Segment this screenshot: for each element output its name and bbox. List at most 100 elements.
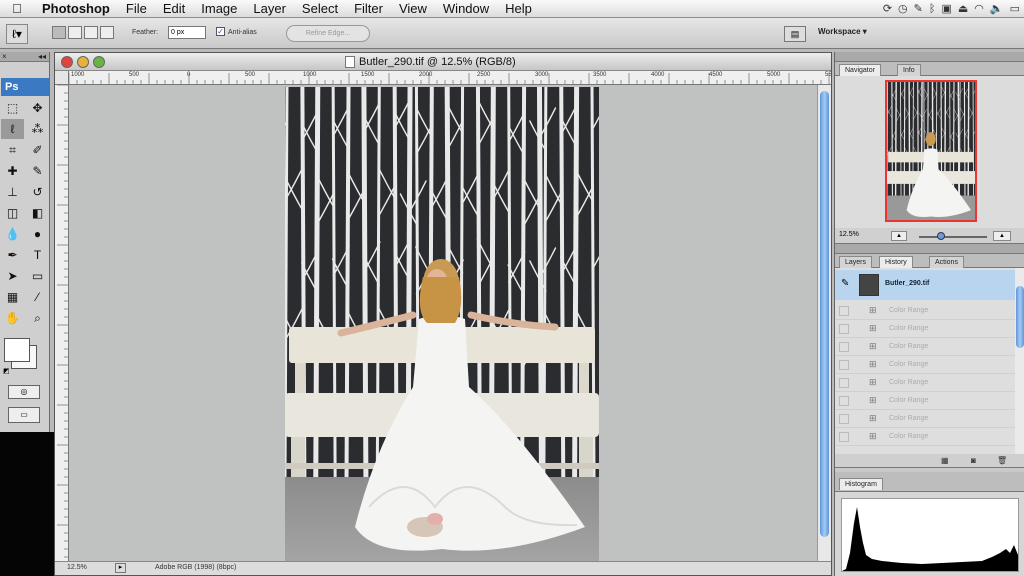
foreground-color-swatch[interactable]: [4, 338, 30, 362]
tools-close-icon[interactable]: ×: [2, 52, 7, 62]
antialias-checkbox[interactable]: ✓: [216, 27, 225, 36]
history-scroll-thumb[interactable]: [1016, 286, 1024, 348]
close-window-button[interactable]: [61, 56, 73, 68]
history-source-checkbox[interactable]: [839, 378, 849, 388]
battery-icon[interactable]: ▭: [1010, 0, 1020, 18]
menu-help[interactable]: Help: [497, 0, 540, 18]
marquee-tool-icon[interactable]: ⬚: [1, 98, 24, 118]
tab-layers[interactable]: Layers: [839, 256, 873, 268]
history-source-checkbox[interactable]: [839, 360, 849, 370]
time-machine-icon[interactable]: ◷: [898, 0, 908, 18]
menu-image[interactable]: Image: [193, 0, 245, 18]
hand-tool-icon[interactable]: ✋: [1, 308, 24, 328]
type-tool-icon[interactable]: T: [26, 245, 49, 265]
sync-icon[interactable]: ⟳: [883, 0, 892, 18]
navigator-panel-titlebar[interactable]: [835, 52, 1024, 62]
screen-mode-icon[interactable]: ▭: [8, 407, 40, 423]
magic-wand-tool-icon[interactable]: ⁂: [26, 119, 49, 139]
vertical-scrollbar[interactable]: [817, 85, 831, 561]
tab-navigator[interactable]: Navigator: [839, 64, 881, 76]
menu-select[interactable]: Select: [294, 0, 346, 18]
eyedropper-tool-icon[interactable]: ⁄: [26, 287, 49, 307]
menu-edit[interactable]: Edit: [155, 0, 193, 18]
history-brush-icon[interactable]: ↺: [26, 182, 49, 202]
bluetooth-icon[interactable]: ᛒ: [929, 0, 936, 18]
history-state[interactable]: ⊞ Color Range: [835, 302, 1015, 320]
script-icon[interactable]: ✎: [914, 0, 923, 18]
history-state[interactable]: ⊞ Color Range: [835, 338, 1015, 356]
new-snapshot-icon[interactable]: ◙: [971, 456, 976, 465]
tools-panel-header[interactable]: × ◂◂: [0, 52, 49, 62]
history-state[interactable]: ⊞ Color Range: [835, 356, 1015, 374]
lasso-tool-preset-icon[interactable]: ℓ▾: [6, 24, 28, 44]
history-source-checkbox[interactable]: [839, 342, 849, 352]
tab-history[interactable]: History: [879, 256, 913, 268]
zoom-tool-icon[interactable]: ⌕: [26, 308, 49, 328]
history-state[interactable]: ⊞ Color Range: [835, 428, 1015, 446]
refine-edge-button[interactable]: Refine Edge...: [286, 25, 370, 42]
history-scrollbar[interactable]: [1015, 268, 1024, 454]
palette-well-icon[interactable]: ▤: [784, 26, 806, 42]
delete-state-icon[interactable]: 🗑: [997, 456, 1007, 465]
history-panel-titlebar[interactable]: [835, 244, 1024, 254]
document-titlebar[interactable]: Butler_290.tif @ 12.5% (RGB/8): [55, 53, 831, 71]
ruler-origin[interactable]: [55, 71, 69, 85]
history-state[interactable]: ⊞ Color Range: [835, 374, 1015, 392]
notes-tool-icon[interactable]: ▦: [1, 287, 24, 307]
zoom-in-icon[interactable]: ▲: [993, 231, 1011, 241]
eraser-tool-icon[interactable]: ◫: [1, 203, 24, 223]
zoom-out-icon[interactable]: ▲: [891, 231, 907, 241]
menu-filter[interactable]: Filter: [346, 0, 391, 18]
healing-brush-icon[interactable]: ✚: [1, 161, 24, 181]
volume-icon[interactable]: 🔈: [990, 0, 1004, 18]
history-state[interactable]: ⊞ Color Range: [835, 410, 1015, 428]
minimize-window-button[interactable]: [77, 56, 89, 68]
horizontal-ruler[interactable]: 1000 500 0 500 1000 1500 2000 2500 3000 3500 4000 4…: [69, 71, 831, 85]
tab-histogram[interactable]: Histogram: [839, 478, 883, 490]
blur-tool-icon[interactable]: 💧: [1, 224, 24, 244]
navigator-zoom-field[interactable]: 12.5%: [839, 231, 859, 238]
document-image[interactable]: [285, 87, 599, 561]
pen-tool-icon[interactable]: ✒: [1, 245, 24, 265]
brush-tool-icon[interactable]: ✎: [26, 161, 49, 181]
menu-view[interactable]: View: [391, 0, 435, 18]
zoom-level-field[interactable]: 12.5%: [67, 564, 87, 571]
history-state[interactable]: ⊞ Color Range: [835, 320, 1015, 338]
vertical-ruler[interactable]: [55, 85, 69, 561]
feather-input[interactable]: 0 px: [168, 26, 206, 39]
apple-icon[interactable]: : [0, 0, 34, 18]
default-colors-icon[interactable]: ◩: [3, 367, 10, 375]
wifi-icon[interactable]: ◠: [974, 0, 984, 18]
tab-actions[interactable]: Actions: [929, 256, 964, 268]
crop-tool-icon[interactable]: ⌗: [1, 140, 24, 160]
history-source-checkbox[interactable]: [839, 396, 849, 406]
new-selection-button[interactable]: [52, 26, 66, 39]
navigator-thumbnail[interactable]: [885, 80, 977, 222]
navigator-zoom-slider[interactable]: [919, 236, 987, 238]
slice-tool-icon[interactable]: ✐: [26, 140, 49, 160]
history-source-checkbox[interactable]: [839, 432, 849, 442]
navigator-zoom-knob[interactable]: [937, 232, 945, 240]
path-selection-icon[interactable]: ➤: [1, 266, 24, 286]
workspace-button[interactable]: Workspace ▾: [818, 27, 867, 36]
tab-info[interactable]: Info: [897, 64, 921, 76]
history-source-checkbox[interactable]: [839, 306, 849, 316]
move-tool-icon[interactable]: ✥: [26, 98, 49, 118]
history-source-checkbox[interactable]: [839, 324, 849, 334]
history-state[interactable]: ⊞ Color Range: [835, 392, 1015, 410]
eject-icon[interactable]: ⏏: [958, 0, 968, 18]
subtract-selection-button[interactable]: [84, 26, 98, 39]
gradient-tool-icon[interactable]: ◧: [26, 203, 49, 223]
photoshop-logo[interactable]: Ps: [1, 78, 49, 96]
dodge-tool-icon[interactable]: ●: [26, 224, 49, 244]
menu-file[interactable]: File: [118, 0, 155, 18]
intersect-selection-button[interactable]: [100, 26, 114, 39]
screen-icon[interactable]: ▣: [941, 0, 951, 18]
vertical-scroll-thumb[interactable]: [820, 91, 829, 537]
menu-window[interactable]: Window: [435, 0, 497, 18]
zoom-window-button[interactable]: [93, 56, 105, 68]
menu-layer[interactable]: Layer: [245, 0, 294, 18]
new-document-from-state-icon[interactable]: ▦: [941, 456, 949, 465]
quick-mask-icon[interactable]: ◎: [8, 385, 40, 399]
canvas-area[interactable]: [69, 85, 817, 561]
